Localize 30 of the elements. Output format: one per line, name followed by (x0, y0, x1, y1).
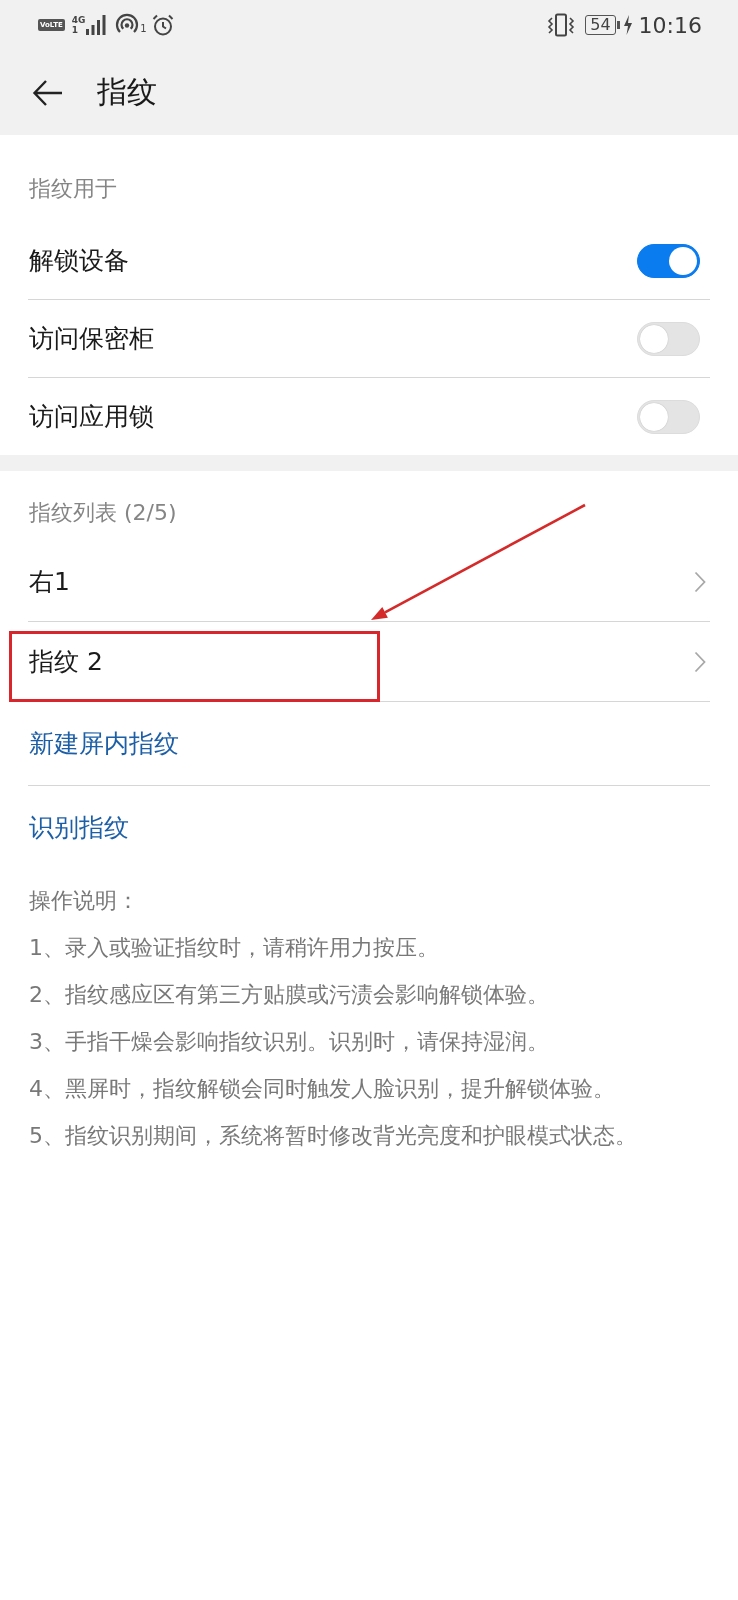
page-title: 指纹 (97, 73, 157, 111)
section-heading: 指纹用于 (28, 175, 118, 203)
hotspot-count: 1 (140, 23, 147, 34)
instruction-line: 1、录入或验证指纹时，请稍许用力按压。 (29, 934, 440, 962)
instruction-line: 2、指纹感应区有第三方贴膜或污渍会影响解锁体验。 (29, 981, 550, 1009)
status-time: 10:16 (638, 12, 702, 38)
sim-number: 1 (71, 25, 78, 35)
network-type: 4G (71, 15, 86, 25)
instructions-title: 操作说明： (29, 887, 140, 915)
setting-label: 访问保密柜 (29, 323, 154, 355)
section-heading: 指纹列表 (2/5) (28, 499, 178, 527)
chevron-right-icon (694, 570, 706, 593)
action-link[interactable]: 新建屏内指纹 (29, 727, 179, 760)
setting-label: 解锁设备 (29, 245, 129, 277)
back-button[interactable] (32, 78, 64, 107)
back-arrow-icon (32, 78, 64, 107)
fingerprint-item[interactable]: 右1 (0, 542, 738, 621)
battery-indicator: 54 (585, 15, 620, 35)
instruction-line: 4、黑屏时，指纹解锁会同时触发人脸识别，提升解锁体验。 (29, 1075, 616, 1103)
instruction-line: 3、手指干燥会影响指纹识别。识别时，请保持湿润。 (29, 1028, 550, 1056)
instruction-line: 5、指纹识别期间，系统将暂时修改背光亮度和护眼模式状态。 (29, 1122, 638, 1150)
signal-icon (86, 15, 107, 35)
vibrate-icon (547, 13, 576, 37)
fingerprint-item[interactable]: 指纹 2 (0, 622, 738, 701)
alarm-icon (151, 14, 174, 36)
setting-label: 访问应用锁 (29, 401, 154, 433)
action-link[interactable]: 识别指纹 (29, 811, 129, 844)
chevron-right-icon (694, 650, 706, 673)
toggle-switch[interactable] (637, 243, 700, 278)
charging-bolt-icon (622, 15, 633, 35)
